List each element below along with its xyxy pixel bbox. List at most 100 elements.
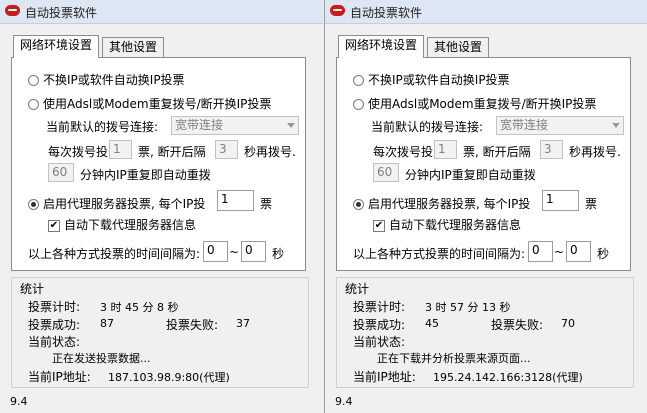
tab-network-settings[interactable]: 网络环境设置	[13, 35, 100, 58]
stats-group: 统计 投票计时: 3 时 45 分 8 秒 投票成功: 87 投票失败: 37 …	[11, 277, 309, 388]
fail-label: 投票失败:	[166, 318, 219, 332]
redial-interval-input[interactable]: 3	[540, 140, 563, 159]
radio-proxy[interactable]	[353, 199, 364, 210]
auto-redial-minutes-input[interactable]: 60	[373, 163, 399, 182]
app-window-right: 自动投票软件 网络环境设置 其他设置 不换IP或软件自动换IP投票 使用Adsl…	[324, 0, 647, 413]
option-label: 启用代理服务器投票, 每个IP投	[368, 197, 531, 211]
app-logo-icon	[330, 5, 345, 16]
dial-connection-select[interactable]: 宽带连接	[171, 116, 299, 135]
window-title: 自动投票软件	[350, 6, 423, 20]
option-label: 不换IP或软件自动换IP投票	[368, 73, 510, 87]
ip-label: 当前IP地址:	[353, 370, 416, 384]
per-dial-suffix: 秒再拨号.	[569, 145, 621, 159]
ip-label: 当前IP地址:	[28, 370, 91, 384]
option-label: 自动下载代理服务器信息	[389, 218, 522, 232]
per-dial-mid: 票, 断开后隔	[463, 145, 531, 159]
version-label: 9.4	[10, 395, 28, 408]
tab-other-settings[interactable]: 其他设置	[427, 37, 490, 57]
timer-value: 3 时 45 分 8 秒	[100, 301, 179, 314]
per-dial-prefix: 每次拨号投	[373, 145, 434, 159]
fail-label: 投票失败:	[491, 318, 544, 332]
option-no-change-ip[interactable]: 不换IP或软件自动换IP投票	[353, 71, 510, 88]
radio-proxy[interactable]	[28, 199, 39, 210]
title-bar[interactable]: 自动投票软件	[0, 0, 323, 24]
select-value: 宽带连接	[175, 118, 224, 132]
success-value: 87	[100, 317, 114, 330]
option-label: 自动下载代理服务器信息	[64, 218, 197, 232]
ip-value: 187.103.98.9:80(代理)	[108, 371, 230, 384]
app-logo-icon	[5, 5, 20, 16]
network-settings-panel: 不换IP或软件自动换IP投票 使用Adsl或Modem重复拨号/断开换IP投票 …	[336, 57, 631, 271]
proxy-unit: 票	[260, 197, 273, 211]
timer-label: 投票计时:	[353, 300, 406, 314]
network-settings-panel: 不换IP或软件自动换IP投票 使用Adsl或Modem重复拨号/断开换IP投票 …	[11, 57, 306, 271]
tilde-separator: ~	[554, 245, 565, 259]
app-window-left: 自动投票软件 网络环境设置 其他设置 不换IP或软件自动换IP投票 使用Adsl…	[0, 0, 323, 413]
tilde-separator: ~	[229, 245, 240, 259]
status-value: 正在发送投票数据...	[52, 352, 151, 365]
radio-adsl-redial[interactable]	[28, 99, 39, 110]
auto-redial-suffix: 分钟内IP重复即自动重拨	[405, 168, 536, 182]
time-unit: 秒	[597, 247, 610, 261]
votes-per-dial-input[interactable]: 1	[434, 140, 457, 159]
option-adsl-redial[interactable]: 使用Adsl或Modem重复拨号/断开换IP投票	[353, 95, 596, 112]
stats-title: 统计	[345, 282, 370, 296]
success-label: 投票成功:	[353, 318, 406, 332]
option-auto-download[interactable]: ✔ 自动下载代理服务器信息	[373, 216, 521, 233]
votes-per-ip-input[interactable]: 1	[217, 190, 254, 211]
checkbox-auto-download[interactable]: ✔	[373, 219, 385, 232]
votes-per-ip-input[interactable]: 1	[542, 190, 579, 211]
time-interval-label: 以上各种方式投票的时间间隔为:	[28, 247, 201, 261]
proxy-unit: 票	[585, 197, 598, 211]
radio-no-change-ip[interactable]	[353, 75, 364, 86]
option-no-change-ip[interactable]: 不换IP或软件自动换IP投票	[28, 71, 185, 88]
fail-value: 37	[236, 317, 250, 330]
option-proxy[interactable]: 启用代理服务器投票, 每个IP投	[353, 195, 530, 212]
option-label: 启用代理服务器投票, 每个IP投	[43, 197, 206, 211]
select-value: 宽带连接	[500, 118, 549, 132]
time-to-input[interactable]: 0	[566, 241, 591, 262]
checkbox-auto-download[interactable]: ✔	[48, 219, 60, 232]
time-to-input[interactable]: 0	[241, 241, 266, 262]
stats-title: 统计	[20, 282, 45, 296]
redial-interval-input[interactable]: 3	[215, 140, 238, 159]
tab-other-settings[interactable]: 其他设置	[102, 37, 165, 57]
chevron-down-icon	[287, 123, 295, 128]
window-title: 自动投票软件	[25, 6, 98, 20]
time-from-input[interactable]: 0	[203, 241, 228, 262]
radio-no-change-ip[interactable]	[28, 75, 39, 86]
auto-redial-minutes-input[interactable]: 60	[48, 163, 74, 182]
tab-network-settings[interactable]: 网络环境设置	[338, 35, 425, 58]
option-adsl-redial[interactable]: 使用Adsl或Modem重复拨号/断开换IP投票	[28, 95, 271, 112]
option-label: 不换IP或软件自动换IP投票	[43, 73, 185, 87]
status-label: 当前状态:	[353, 335, 406, 349]
time-interval-label: 以上各种方式投票的时间间隔为:	[353, 247, 526, 261]
chevron-down-icon	[612, 123, 620, 128]
stats-group: 统计 投票计时: 3 时 57 分 13 秒 投票成功: 45 投票失败: 70…	[336, 277, 634, 388]
auto-redial-suffix: 分钟内IP重复即自动重拨	[80, 168, 211, 182]
default-conn-label: 当前默认的拨号连接:	[371, 120, 484, 134]
option-proxy[interactable]: 启用代理服务器投票, 每个IP投	[28, 195, 205, 212]
option-label: 使用Adsl或Modem重复拨号/断开换IP投票	[43, 97, 272, 111]
timer-value: 3 时 57 分 13 秒	[425, 301, 511, 314]
time-from-input[interactable]: 0	[528, 241, 553, 262]
ip-value: 195.24.142.166:3128(代理)	[433, 371, 583, 384]
status-value: 正在下载并分析投票来源页面...	[377, 352, 531, 365]
success-value: 45	[425, 317, 439, 330]
title-bar[interactable]: 自动投票软件	[325, 0, 647, 24]
fail-value: 70	[561, 317, 575, 330]
default-conn-label: 当前默认的拨号连接:	[46, 120, 159, 134]
dial-connection-select[interactable]: 宽带连接	[496, 116, 624, 135]
version-label: 9.4	[335, 395, 353, 408]
option-auto-download[interactable]: ✔ 自动下载代理服务器信息	[48, 216, 196, 233]
per-dial-suffix: 秒再拨号.	[244, 145, 296, 159]
status-label: 当前状态:	[28, 335, 81, 349]
option-label: 使用Adsl或Modem重复拨号/断开换IP投票	[368, 97, 597, 111]
per-dial-mid: 票, 断开后隔	[138, 145, 206, 159]
time-unit: 秒	[272, 247, 285, 261]
radio-adsl-redial[interactable]	[353, 99, 364, 110]
timer-label: 投票计时:	[28, 300, 81, 314]
per-dial-prefix: 每次拨号投	[48, 145, 109, 159]
success-label: 投票成功:	[28, 318, 81, 332]
votes-per-dial-input[interactable]: 1	[109, 140, 132, 159]
